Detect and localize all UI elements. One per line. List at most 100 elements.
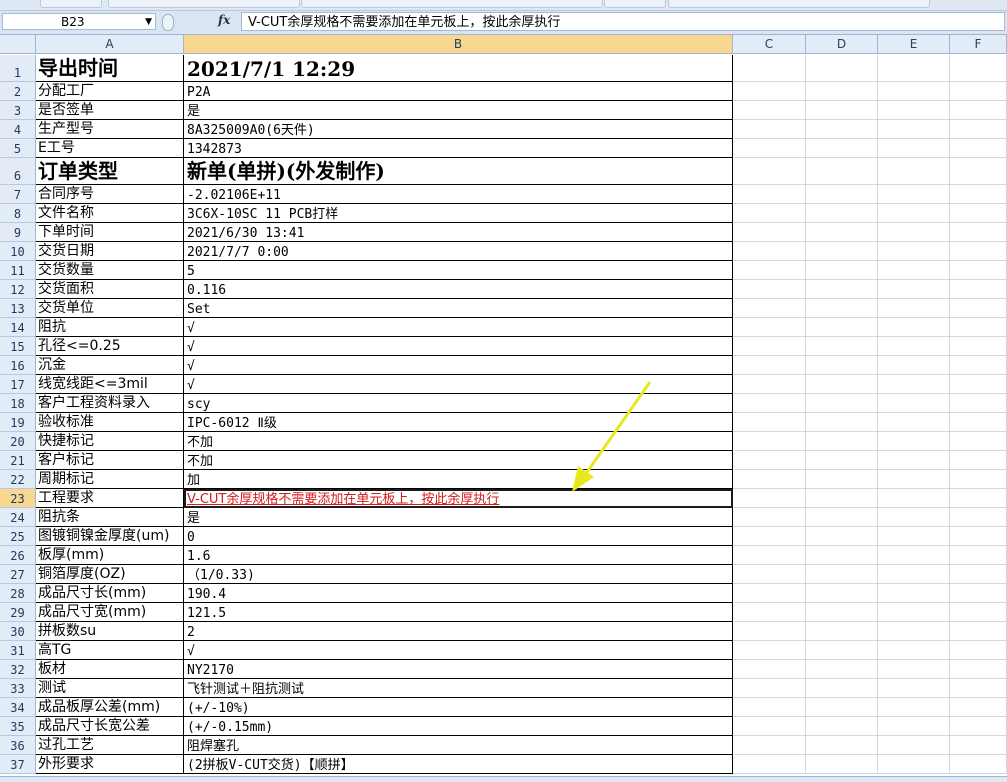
empty-cell[interactable]	[878, 489, 950, 508]
row-header[interactable]: 19	[0, 413, 36, 432]
cell-a[interactable]: 外形要求	[36, 755, 184, 774]
empty-cell[interactable]	[806, 413, 878, 432]
row-header[interactable]: 30	[0, 622, 36, 641]
empty-cell[interactable]	[733, 394, 806, 413]
empty-cell[interactable]	[733, 660, 806, 679]
cell-b[interactable]: （1/0.33)	[184, 565, 733, 584]
empty-cell[interactable]	[878, 603, 950, 622]
empty-cell[interactable]	[733, 546, 806, 565]
empty-cell[interactable]	[733, 489, 806, 508]
empty-cells[interactable]	[733, 432, 1007, 451]
cell-a[interactable]: 沉金	[36, 356, 184, 375]
cell-a[interactable]: 工程要求	[36, 489, 184, 508]
cell-a[interactable]: 成品板厚公差(mm)	[36, 698, 184, 717]
empty-cell[interactable]	[733, 622, 806, 641]
cell-a[interactable]: 下单时间	[36, 223, 184, 242]
row-header[interactable]: 11	[0, 261, 36, 280]
empty-cell[interactable]	[733, 717, 806, 736]
empty-cell[interactable]	[950, 508, 1007, 527]
empty-cell[interactable]	[733, 432, 806, 451]
empty-cell[interactable]	[806, 223, 878, 242]
row-header[interactable]: 9	[0, 223, 36, 242]
empty-cell[interactable]	[733, 318, 806, 337]
empty-cell[interactable]	[878, 55, 950, 82]
cell-b[interactable]: √	[184, 641, 733, 660]
cell-b[interactable]: 是	[184, 101, 733, 120]
empty-cell[interactable]	[950, 185, 1007, 204]
empty-cell[interactable]	[733, 204, 806, 223]
cell-b[interactable]: P2A	[184, 82, 733, 101]
cell-a[interactable]: 周期标记	[36, 470, 184, 489]
cell-a[interactable]: 交货日期	[36, 242, 184, 261]
empty-cells[interactable]	[733, 413, 1007, 432]
empty-cell[interactable]	[950, 242, 1007, 261]
ribbon-tab[interactable]	[668, 0, 930, 8]
empty-cell[interactable]	[806, 158, 878, 185]
empty-cell[interactable]	[733, 120, 806, 139]
empty-cell[interactable]	[950, 261, 1007, 280]
cell-a[interactable]: 交货面积	[36, 280, 184, 299]
empty-cell[interactable]	[806, 242, 878, 261]
empty-cell[interactable]	[878, 451, 950, 470]
empty-cell[interactable]	[733, 261, 806, 280]
row-header[interactable]: 25	[0, 527, 36, 546]
chevron-down-icon[interactable]: ▼	[145, 14, 152, 31]
row-header[interactable]: 6	[0, 158, 36, 185]
row-header[interactable]: 10	[0, 242, 36, 261]
cell-b[interactable]: √	[184, 356, 733, 375]
cell-a[interactable]: 客户工程资料录入	[36, 394, 184, 413]
empty-cell[interactable]	[806, 489, 878, 508]
empty-cell[interactable]	[950, 527, 1007, 546]
row-header[interactable]: 33	[0, 679, 36, 698]
empty-cell[interactable]	[950, 139, 1007, 158]
insert-function-button[interactable]: fx	[218, 13, 230, 27]
empty-cell[interactable]	[878, 280, 950, 299]
column-header-d[interactable]: D	[806, 35, 878, 54]
empty-cell[interactable]	[950, 318, 1007, 337]
empty-cell[interactable]	[806, 470, 878, 489]
cell-b[interactable]: -2.02106E+11	[184, 185, 733, 204]
empty-cell[interactable]	[806, 101, 878, 120]
cell-b[interactable]: 2021/6/30 13:41	[184, 223, 733, 242]
empty-cell[interactable]	[806, 185, 878, 204]
row-header[interactable]: 20	[0, 432, 36, 451]
cell-b[interactable]: NY2170	[184, 660, 733, 679]
empty-cell[interactable]	[950, 698, 1007, 717]
cell-a[interactable]: 阻抗条	[36, 508, 184, 527]
empty-cell[interactable]	[733, 527, 806, 546]
empty-cell[interactable]	[878, 660, 950, 679]
empty-cell[interactable]	[878, 432, 950, 451]
cell-a[interactable]: 客户标记	[36, 451, 184, 470]
row-header[interactable]: 37	[0, 755, 36, 774]
cell-a[interactable]: E工号	[36, 139, 184, 158]
cell-b[interactable]: 121.5	[184, 603, 733, 622]
empty-cell[interactable]	[878, 356, 950, 375]
row-header[interactable]: 14	[0, 318, 36, 337]
empty-cell[interactable]	[733, 101, 806, 120]
cell-b[interactable]: scy	[184, 394, 733, 413]
row-header[interactable]: 27	[0, 565, 36, 584]
empty-cell[interactable]	[806, 698, 878, 717]
empty-cell[interactable]	[806, 204, 878, 223]
row-header[interactable]: 4	[0, 120, 36, 139]
row-header[interactable]: 13	[0, 299, 36, 318]
empty-cell[interactable]	[878, 223, 950, 242]
empty-cell[interactable]	[950, 375, 1007, 394]
cell-a[interactable]: 合同序号	[36, 185, 184, 204]
empty-cell[interactable]	[950, 546, 1007, 565]
empty-cells[interactable]	[733, 451, 1007, 470]
empty-cells[interactable]	[733, 158, 1007, 185]
empty-cell[interactable]	[878, 413, 950, 432]
cell-a[interactable]: 交货单位	[36, 299, 184, 318]
cell-a[interactable]: 拼板数su	[36, 622, 184, 641]
empty-cell[interactable]	[806, 120, 878, 139]
empty-cell[interactable]	[733, 55, 806, 82]
empty-cell[interactable]	[950, 470, 1007, 489]
empty-cell[interactable]	[733, 584, 806, 603]
empty-cells[interactable]	[733, 527, 1007, 546]
cell-a[interactable]: 阻抗	[36, 318, 184, 337]
empty-cell[interactable]	[878, 565, 950, 584]
empty-cells[interactable]	[733, 508, 1007, 527]
empty-cell[interactable]	[733, 223, 806, 242]
empty-cell[interactable]	[950, 641, 1007, 660]
